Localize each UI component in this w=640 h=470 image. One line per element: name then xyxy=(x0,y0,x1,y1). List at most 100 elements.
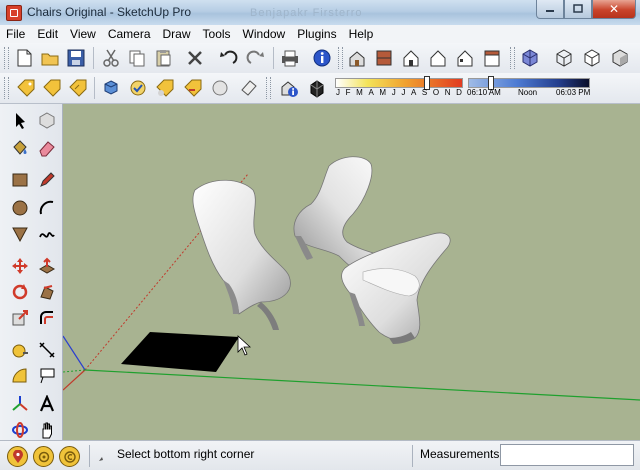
maximize-button[interactable] xyxy=(564,0,592,19)
menu-tools[interactable]: Tools xyxy=(197,27,237,41)
copyright-button[interactable] xyxy=(59,446,80,467)
open-file-button[interactable] xyxy=(38,46,62,70)
toggle-shadows-button[interactable] xyxy=(305,76,329,100)
rectangle-tool[interactable] xyxy=(8,168,32,192)
push-pull-tool[interactable] xyxy=(35,254,59,278)
check-circle-icon xyxy=(130,80,146,96)
view-left-button[interactable] xyxy=(480,46,504,70)
reload-component-button[interactable] xyxy=(181,76,205,100)
shadow-cube-icon xyxy=(310,80,324,98)
toolbar-grip[interactable] xyxy=(510,47,515,69)
red-axis xyxy=(63,369,86,391)
view-top-button[interactable] xyxy=(372,46,396,70)
menu-file[interactable]: File xyxy=(0,27,31,41)
save-button[interactable] xyxy=(64,46,88,70)
toolbar-grip[interactable] xyxy=(4,47,9,69)
arc-tool[interactable] xyxy=(35,196,59,220)
menu-plugins[interactable]: Plugins xyxy=(291,27,342,41)
paste-button[interactable] xyxy=(151,46,175,70)
shadow-settings-button[interactable] xyxy=(277,76,301,100)
move-tool[interactable] xyxy=(8,254,32,278)
component-paint-button[interactable] xyxy=(153,76,177,100)
measurements-input[interactable] xyxy=(500,444,634,466)
cube-wireframe-icon xyxy=(556,49,572,67)
text-tool[interactable] xyxy=(35,364,59,388)
rotate-tool[interactable] xyxy=(8,280,32,304)
freehand-tool[interactable] xyxy=(35,222,59,246)
shaded-style-button[interactable] xyxy=(608,46,632,70)
shadow-time-slider[interactable] xyxy=(468,78,590,88)
redo-button[interactable] xyxy=(244,46,268,70)
print-button[interactable] xyxy=(278,46,302,70)
new-file-button[interactable] xyxy=(12,46,36,70)
time-start-label: 06:10 AM xyxy=(467,88,501,97)
toolbar-grip[interactable] xyxy=(4,77,9,99)
copy-button[interactable] xyxy=(125,46,149,70)
eraser-tool[interactable] xyxy=(35,136,59,160)
axes-tool[interactable] xyxy=(8,392,32,416)
toolbar-grip[interactable] xyxy=(266,77,271,99)
sphere-button[interactable] xyxy=(208,76,232,100)
tape-measure-icon xyxy=(12,344,28,358)
shadow-date-slider[interactable] xyxy=(335,78,463,88)
select-tool[interactable] xyxy=(8,108,32,132)
3d-viewport[interactable] xyxy=(63,104,640,440)
status-hint: Select bottom right corner xyxy=(117,447,255,461)
follow-me-tool[interactable] xyxy=(35,280,59,304)
protractor-tool[interactable] xyxy=(8,364,32,388)
month-label: A xyxy=(368,88,374,97)
tape-measure-tool[interactable] xyxy=(8,338,32,362)
follow-me-icon xyxy=(40,285,54,300)
sphere-icon xyxy=(212,80,228,96)
model-info-button[interactable] xyxy=(310,46,334,70)
hidden-line-style-button[interactable] xyxy=(580,46,604,70)
cut-button[interactable] xyxy=(99,46,123,70)
menu-help[interactable]: Help xyxy=(343,27,380,41)
house-top-icon xyxy=(376,50,392,66)
3d-text-tool[interactable] xyxy=(35,392,59,416)
erase-selection-button[interactable] xyxy=(183,46,207,70)
drawn-rectangle xyxy=(121,332,239,372)
menu-window[interactable]: Window xyxy=(237,27,292,41)
view-right-button[interactable] xyxy=(426,46,450,70)
menu-camera[interactable]: Camera xyxy=(102,27,157,41)
wireframe-style-button[interactable] xyxy=(552,46,576,70)
menu-edit[interactable]: Edit xyxy=(31,27,64,41)
menu-view[interactable]: View xyxy=(64,27,102,41)
blue-cube-button[interactable] xyxy=(99,76,123,100)
line-tool[interactable] xyxy=(35,168,59,192)
make-component-button[interactable] xyxy=(14,76,38,100)
xray-style-button[interactable] xyxy=(518,46,542,70)
minimize-button[interactable] xyxy=(536,0,564,19)
geo-location-button[interactable] xyxy=(7,446,28,467)
pan-tool[interactable] xyxy=(35,418,59,442)
view-iso-button[interactable] xyxy=(345,46,369,70)
polygon-tool[interactable] xyxy=(8,222,32,246)
month-label: M xyxy=(379,88,387,97)
style-check-button[interactable] xyxy=(126,76,150,100)
component-options-button[interactable] xyxy=(66,76,90,100)
month-label: J xyxy=(401,88,406,97)
dimension-tool[interactable] xyxy=(35,338,59,362)
make-component-tool[interactable] xyxy=(35,108,59,132)
group-button[interactable] xyxy=(40,76,64,100)
scale-tool[interactable] xyxy=(8,306,32,330)
month-label: O xyxy=(432,88,440,97)
section-plane-button[interactable] xyxy=(237,76,261,100)
circle-tool[interactable] xyxy=(8,196,32,220)
arc-icon xyxy=(39,200,54,215)
paint-bucket-tool[interactable] xyxy=(8,136,32,160)
credits-button[interactable] xyxy=(33,446,54,467)
orbit-icon xyxy=(12,422,28,438)
undo-button[interactable] xyxy=(216,46,240,70)
standard-toolbar xyxy=(0,43,640,74)
tag-g-icon xyxy=(43,79,61,97)
close-button[interactable]: ✕ xyxy=(592,0,636,19)
freehand-icon xyxy=(39,232,55,238)
orbit-tool[interactable] xyxy=(8,418,32,442)
view-back-button[interactable] xyxy=(453,46,477,70)
view-front-button[interactable] xyxy=(399,46,423,70)
offset-tool[interactable] xyxy=(35,306,59,330)
menu-draw[interactable]: Draw xyxy=(157,27,197,41)
toolbar-grip[interactable] xyxy=(338,47,343,69)
